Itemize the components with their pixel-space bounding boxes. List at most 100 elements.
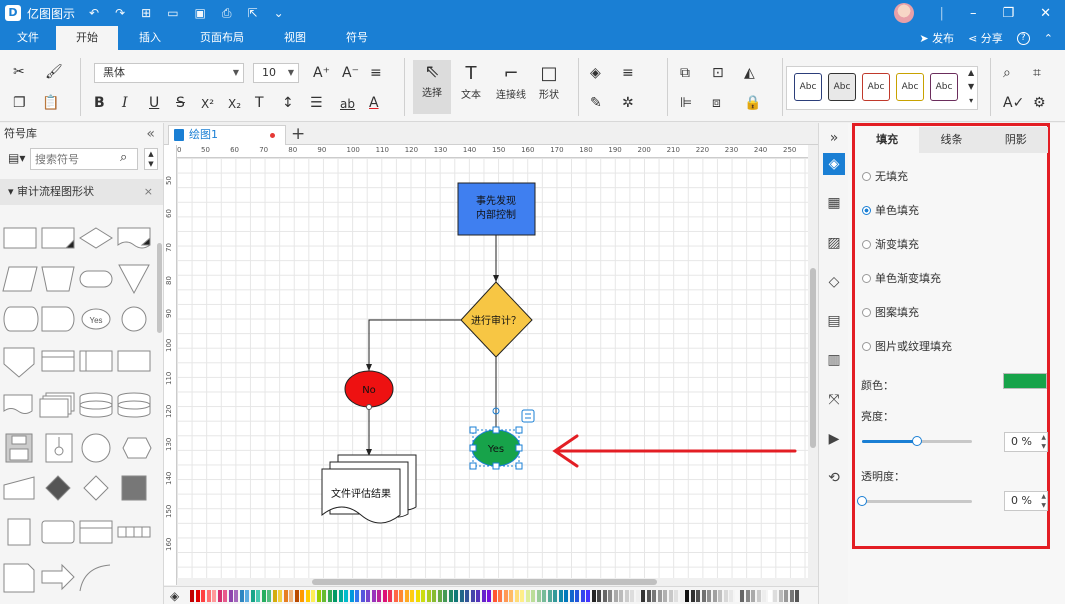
expand-panel-icon[interactable]: » [823, 127, 845, 149]
share-button[interactable]: ⋖ 分享 [968, 30, 1003, 46]
color-swatch[interactable] [514, 590, 519, 602]
fill-option-picture[interactable]: 图片或纹理填充 [862, 338, 952, 354]
spinner-icon[interactable]: ▲ ▼ [1041, 433, 1046, 451]
color-swatch[interactable] [305, 590, 310, 602]
library-menu-icon[interactable]: ▤▾ [8, 151, 25, 165]
color-swatch[interactable] [734, 590, 739, 602]
menu-page-layout[interactable]: 页面布局 [182, 26, 262, 50]
paste-icon[interactable]: 📋 [42, 94, 59, 112]
color-swatch[interactable] [404, 590, 409, 602]
print-icon[interactable]: ⎙ [222, 6, 232, 21]
color-swatch[interactable] [608, 590, 612, 602]
color-swatch[interactable] [212, 590, 216, 602]
font-family-select[interactable]: 黑体 ▼ [94, 63, 244, 83]
color-swatch[interactable] [646, 590, 651, 602]
color-swatch[interactable] [206, 590, 211, 602]
library-category-header[interactable]: ▾ 审计流程图形状 × [0, 179, 163, 205]
menu-symbol[interactable]: 符号 [328, 26, 386, 50]
color-swatch[interactable] [679, 590, 684, 602]
color-swatch[interactable] [250, 590, 255, 602]
flip-icon[interactable]: ◭ [744, 64, 755, 82]
font-color-icon[interactable]: A [369, 94, 379, 112]
color-swatch[interactable] [657, 590, 662, 602]
page-icon[interactable]: ▤ [823, 310, 845, 332]
shape-tool-button[interactable]: □ 形状 [530, 62, 568, 101]
color-swatch[interactable] [349, 590, 354, 602]
close-category-icon[interactable]: × [144, 179, 153, 205]
color-swatch[interactable] [784, 590, 788, 602]
text-tool-button[interactable]: T 文本 [452, 62, 490, 101]
color-swatch[interactable] [668, 590, 673, 602]
color-swatch[interactable] [531, 590, 535, 602]
color-swatch[interactable] [371, 590, 376, 602]
superscript-icon[interactable]: X² [201, 95, 214, 113]
color-swatch[interactable] [613, 590, 618, 602]
navigate-icon[interactable]: ⤧ [823, 389, 845, 411]
color-swatch[interactable] [289, 590, 293, 602]
fill-option-solid[interactable]: 单色填充 [862, 202, 919, 218]
copy-icon[interactable]: ❐ [13, 94, 26, 112]
color-swatch[interactable] [228, 590, 233, 602]
crop-icon[interactable]: ⌗ [1033, 64, 1041, 82]
color-swatch[interactable] [487, 590, 491, 602]
color-swatch[interactable] [773, 590, 777, 602]
color-swatch[interactable] [476, 590, 480, 602]
add-tab-icon[interactable]: + [291, 123, 305, 145]
settings-icon[interactable]: ⚙ [1033, 94, 1046, 112]
color-swatch[interactable] [778, 590, 783, 602]
color-swatch[interactable] [388, 590, 392, 602]
find-icon[interactable]: ⌕ [1003, 64, 1011, 82]
color-swatch[interactable] [421, 590, 425, 602]
scroll-thumb[interactable] [312, 579, 657, 585]
close-icon[interactable]: ✕ [1040, 6, 1051, 21]
color-swatch[interactable] [448, 590, 453, 602]
tab-line[interactable]: 线条 [919, 127, 983, 153]
color-swatch[interactable] [223, 590, 227, 602]
font-size-select[interactable]: 10 ▼ [253, 63, 299, 83]
color-swatch[interactable] [355, 590, 359, 602]
color-swatch[interactable] [536, 590, 541, 602]
color-swatch[interactable] [696, 590, 700, 602]
color-swatch[interactable] [547, 590, 552, 602]
color-swatch[interactable] [267, 590, 271, 602]
color-swatch[interactable] [201, 590, 205, 602]
italic-icon[interactable]: I [122, 94, 128, 112]
format-painter-icon[interactable]: 🖌 [45, 63, 63, 81]
fill-bucket-icon[interactable]: ◈ [590, 64, 601, 82]
fill-option-pattern[interactable]: 图案填充 [862, 304, 919, 320]
color-swatch[interactable] [245, 590, 249, 602]
color-swatch[interactable] [498, 590, 502, 602]
history-icon[interactable]: ⟲ [823, 467, 845, 489]
group-icon[interactable]: ⊡ [712, 64, 724, 82]
line-color-icon[interactable]: ✎ [590, 94, 602, 112]
menu-view[interactable]: 视图 [262, 26, 328, 50]
color-swatch[interactable] [239, 590, 244, 602]
presentation-icon[interactable]: ▶ [823, 428, 845, 450]
brightness-slider[interactable] [862, 436, 972, 446]
subscript-icon[interactable]: X₂ [228, 95, 241, 113]
color-swatch[interactable] [382, 590, 387, 602]
font-shrink-icon[interactable]: A⁻ [342, 64, 359, 82]
new-icon[interactable]: ⊞ [141, 6, 151, 21]
color-swatch[interactable] [195, 590, 200, 602]
connector-tool-button[interactable]: ⌐ 连接线 [492, 62, 530, 101]
color-swatch[interactable] [685, 590, 689, 602]
color-swatch[interactable] [520, 590, 524, 602]
bullet-list-icon[interactable]: ☰ [310, 94, 323, 112]
color-swatch[interactable] [344, 590, 348, 602]
color-swatch[interactable] [393, 590, 398, 602]
save-icon[interactable]: ▣ [195, 6, 206, 21]
vertical-scrollbar[interactable] [808, 158, 818, 578]
color-swatch[interactable] [454, 590, 458, 602]
spinner-icon[interactable]: ▲ ▼ [1041, 492, 1046, 510]
help-button[interactable]: ? [1016, 31, 1030, 45]
color-swatch[interactable] [723, 590, 728, 602]
line-style-icon[interactable]: ≡ [622, 64, 634, 82]
color-swatch[interactable] [432, 590, 436, 602]
color-swatch[interactable] [311, 590, 315, 602]
gallery-scroll-icon[interactable]: ▲ ▼ ▾ [968, 66, 974, 108]
publish-button[interactable]: ➤ 发布 [919, 30, 954, 46]
color-swatch[interactable] [327, 590, 332, 602]
undo-icon[interactable]: ↶ [89, 6, 99, 21]
spell-check-icon[interactable]: A✓ [1003, 94, 1024, 112]
